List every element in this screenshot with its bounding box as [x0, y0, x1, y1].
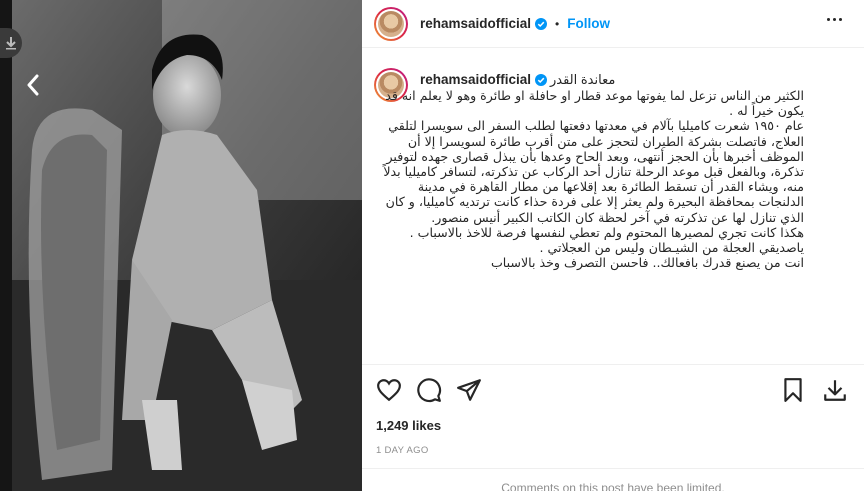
post-media	[0, 0, 362, 491]
chevron-left-icon	[27, 74, 39, 96]
post-details-panel: rehamsaidofficial • Follow rehamsaidoffi…	[362, 0, 864, 491]
follow-button[interactable]: Follow	[567, 16, 610, 31]
avatar[interactable]	[374, 7, 408, 41]
instagram-post-modal: rehamsaidofficial • Follow rehamsaidoffi…	[0, 0, 864, 491]
verified-badge-icon	[535, 73, 548, 86]
post-header: rehamsaidofficial • Follow	[362, 0, 864, 48]
download-icon	[6, 37, 16, 50]
separator-dot: •	[555, 16, 560, 31]
caption-username[interactable]: rehamsaidofficial	[420, 72, 531, 87]
comment-icon[interactable]	[416, 377, 442, 403]
share-icon[interactable]	[456, 377, 482, 403]
likes-count[interactable]: 1,249 likes	[376, 418, 441, 433]
previous-slide-button[interactable]	[18, 70, 48, 100]
verified-badge-icon	[535, 17, 548, 30]
caption-title: معاندة القدر	[550, 72, 616, 87]
caption-text: الكثير من الناس تزعل لما يفوتها موعد قطا…	[383, 88, 804, 271]
author-username[interactable]: rehamsaidofficial	[420, 16, 531, 31]
post-photo	[12, 0, 362, 491]
more-options-icon[interactable]	[827, 18, 842, 21]
action-bar	[362, 364, 864, 406]
comments-limited-notice: Comments on this post have been limited.	[362, 468, 864, 491]
heart-icon[interactable]	[376, 377, 402, 403]
download-icon[interactable]	[822, 377, 848, 403]
post-timestamp: 1 DAY AGO	[376, 445, 429, 456]
bookmark-icon[interactable]	[780, 377, 806, 403]
post-caption: rehamsaidofficial معاندة القدر الكثير من…	[362, 60, 864, 360]
